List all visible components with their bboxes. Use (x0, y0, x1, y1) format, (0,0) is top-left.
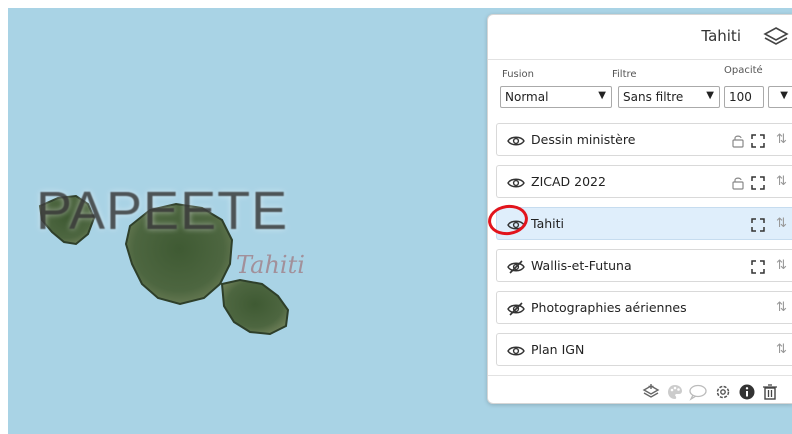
lock-icon[interactable] (731, 133, 745, 152)
delete-icon[interactable] (762, 383, 778, 405)
reorder-icon[interactable]: ⇅ (776, 300, 787, 315)
settings-icon[interactable] (714, 383, 732, 405)
zoom-extent-icon[interactable] (751, 217, 765, 236)
reorder-icon[interactable]: ⇅ (776, 258, 787, 273)
chevron-down-icon: ▼ (780, 90, 788, 101)
comment-icon[interactable] (688, 383, 708, 405)
info-icon[interactable] (738, 383, 756, 405)
eye-icon[interactable] (507, 343, 525, 362)
reorder-icon[interactable]: ⇅ (776, 342, 787, 357)
fusion-value: Normal (505, 90, 549, 104)
layer-item[interactable]: Wallis-et-Futuna ⇅ (496, 249, 792, 282)
layer-name: Photographies aériennes (531, 300, 687, 315)
map-city-label: PAPEETE (36, 181, 289, 241)
layer-name: Dessin ministère (531, 132, 636, 147)
layer-name: Tahiti (531, 216, 564, 231)
reorder-icon[interactable]: ⇅ (776, 132, 787, 147)
toolbar-divider (488, 375, 792, 376)
filtre-label: Filtre (612, 69, 637, 80)
layer-item[interactable]: Dessin ministère ⇅ (496, 123, 792, 156)
layer-name: ZICAD 2022 (531, 174, 606, 189)
palette-icon[interactable] (666, 383, 684, 405)
layer-controls: Fusion Filtre Opacité Normal ▼ Sans filt… (488, 63, 792, 113)
eye-icon[interactable] (507, 133, 525, 152)
map-region-label: Tahiti (236, 251, 305, 279)
layer-name: Wallis-et-Futuna (531, 258, 632, 273)
zoom-extent-icon[interactable] (751, 133, 765, 152)
filtre-value: Sans filtre (623, 90, 684, 104)
panel-title: Tahiti (701, 27, 741, 45)
zoom-extent-icon[interactable] (751, 259, 765, 278)
layer-item[interactable]: ZICAD 2022 ⇅ (496, 165, 792, 198)
opacite-value: 100 (729, 90, 752, 104)
reorder-icon[interactable]: ⇅ (776, 174, 787, 189)
opacite-select[interactable]: ▼ (768, 86, 792, 108)
layer-item[interactable]: Tahiti ⇅ (496, 207, 792, 240)
layers-panel: Tahiti Fusion Filtre Opacité Normal ▼ Sa… (487, 14, 792, 404)
fusion-label: Fusion (502, 69, 534, 80)
chevron-down-icon: ▼ (706, 90, 714, 101)
fusion-select[interactable]: Normal ▼ (500, 86, 612, 108)
reorder-icon[interactable]: ⇅ (776, 216, 787, 231)
layers-icon[interactable] (763, 25, 789, 53)
layer-item[interactable]: Plan IGN ⇅ (496, 333, 792, 366)
layer-item[interactable]: Photographies aériennes ⇅ (496, 291, 792, 324)
chevron-down-icon: ▼ (598, 90, 606, 101)
opacite-label: Opacité (724, 65, 763, 76)
panel-header: Tahiti (488, 15, 792, 60)
eye-icon[interactable] (507, 175, 525, 194)
layer-add-icon[interactable] (642, 383, 660, 405)
eye-slash-icon[interactable] (507, 301, 525, 320)
lock-icon[interactable] (731, 175, 745, 194)
layer-name: Plan IGN (531, 342, 585, 357)
filtre-select[interactable]: Sans filtre ▼ (618, 86, 720, 108)
zoom-extent-icon[interactable] (751, 175, 765, 194)
opacite-input[interactable]: 100 (724, 86, 764, 108)
eye-slash-icon[interactable] (507, 259, 525, 278)
